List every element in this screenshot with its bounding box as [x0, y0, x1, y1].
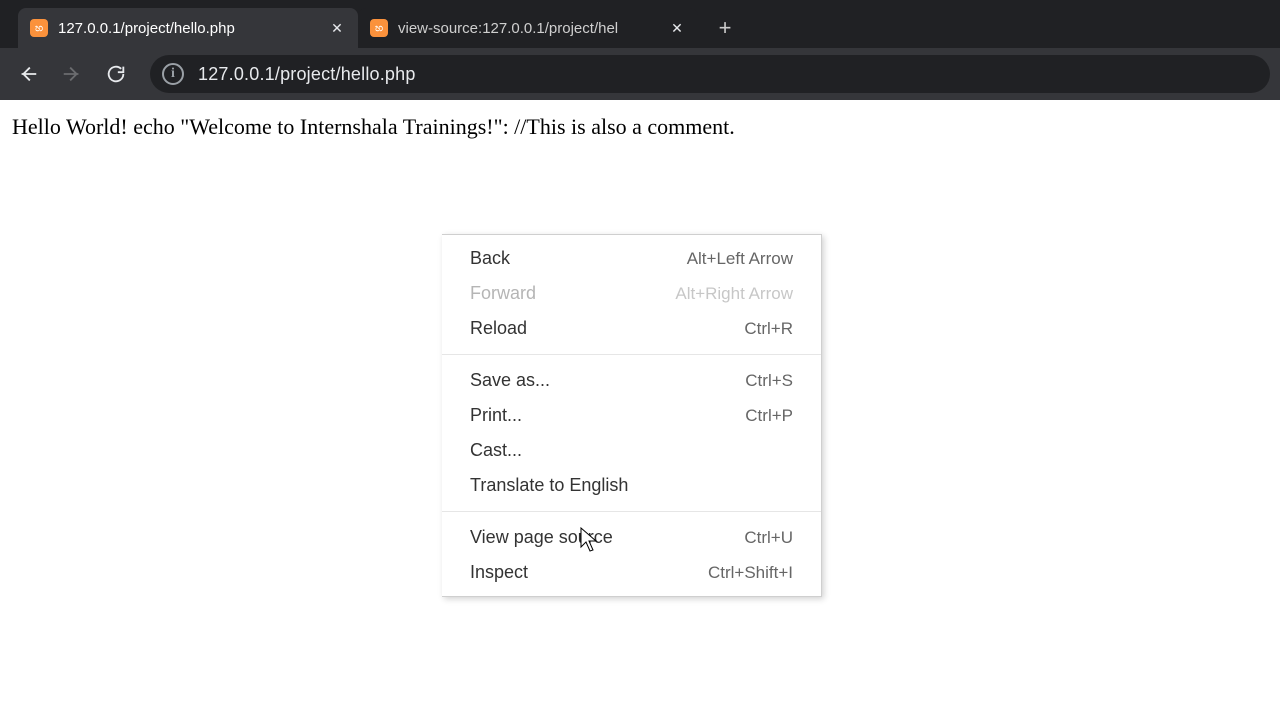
toolbar: i 127.0.0.1/project/hello.php [0, 48, 1280, 100]
page-content: Hello World! echo "Welcome to Internshal… [0, 100, 1280, 154]
ctx-print[interactable]: Print... Ctrl+P [442, 398, 821, 433]
ctx-forward: Forward Alt+Right Arrow [442, 276, 821, 311]
ctx-reload-shortcut: Ctrl+R [744, 319, 793, 339]
ctx-view-source-label: View page source [470, 527, 613, 548]
ctx-save-as-shortcut: Ctrl+S [745, 371, 793, 391]
tab-2[interactable]: හ view-source:127.0.0.1/project/hel ✕ [358, 8, 698, 48]
ctx-print-shortcut: Ctrl+P [745, 406, 793, 426]
tab-2-close-icon[interactable]: ✕ [668, 19, 686, 37]
ctx-cast-label: Cast... [470, 440, 522, 461]
ctx-save-as[interactable]: Save as... Ctrl+S [442, 363, 821, 398]
ctx-view-source[interactable]: View page source Ctrl+U [442, 520, 821, 555]
ctx-view-source-shortcut: Ctrl+U [744, 528, 793, 548]
tab-1-title: 127.0.0.1/project/hello.php [58, 20, 320, 37]
ctx-back-shortcut: Alt+Left Arrow [687, 249, 793, 269]
tab-1-close-icon[interactable]: ✕ [328, 19, 346, 37]
forward-button[interactable] [54, 56, 90, 92]
ctx-inspect-shortcut: Ctrl+Shift+I [708, 563, 793, 583]
arrow-right-icon [61, 63, 83, 85]
context-menu: Back Alt+Left Arrow Forward Alt+Right Ar… [442, 234, 822, 597]
ctx-reload-label: Reload [470, 318, 527, 339]
ctx-back-label: Back [470, 248, 510, 269]
ctx-save-as-label: Save as... [470, 370, 550, 391]
address-bar[interactable]: i 127.0.0.1/project/hello.php [150, 55, 1270, 93]
ctx-separator-2 [442, 511, 821, 512]
tab-strip: හ 127.0.0.1/project/hello.php ✕ හ view-s… [0, 0, 1280, 48]
xampp-favicon-icon: හ [30, 19, 48, 37]
ctx-translate-label: Translate to English [470, 475, 628, 496]
ctx-cast[interactable]: Cast... [442, 433, 821, 468]
ctx-inspect-label: Inspect [470, 562, 528, 583]
ctx-print-label: Print... [470, 405, 522, 426]
page-body-text: Hello World! echo "Welcome to Internshal… [12, 114, 735, 139]
new-tab-button[interactable]: + [708, 11, 742, 45]
ctx-separator-1 [442, 354, 821, 355]
back-button[interactable] [10, 56, 46, 92]
ctx-reload[interactable]: Reload Ctrl+R [442, 311, 821, 346]
site-info-icon[interactable]: i [162, 63, 184, 85]
tab-1[interactable]: හ 127.0.0.1/project/hello.php ✕ [18, 8, 358, 48]
reload-icon [105, 63, 127, 85]
reload-button[interactable] [98, 56, 134, 92]
tab-2-title: view-source:127.0.0.1/project/hel [398, 20, 660, 37]
xampp-favicon-icon: හ [370, 19, 388, 37]
arrow-left-icon [17, 63, 39, 85]
ctx-translate[interactable]: Translate to English [442, 468, 821, 503]
ctx-forward-shortcut: Alt+Right Arrow [675, 284, 793, 304]
ctx-forward-label: Forward [470, 283, 536, 304]
url-text: 127.0.0.1/project/hello.php [198, 64, 416, 85]
ctx-back[interactable]: Back Alt+Left Arrow [442, 241, 821, 276]
ctx-inspect[interactable]: Inspect Ctrl+Shift+I [442, 555, 821, 590]
